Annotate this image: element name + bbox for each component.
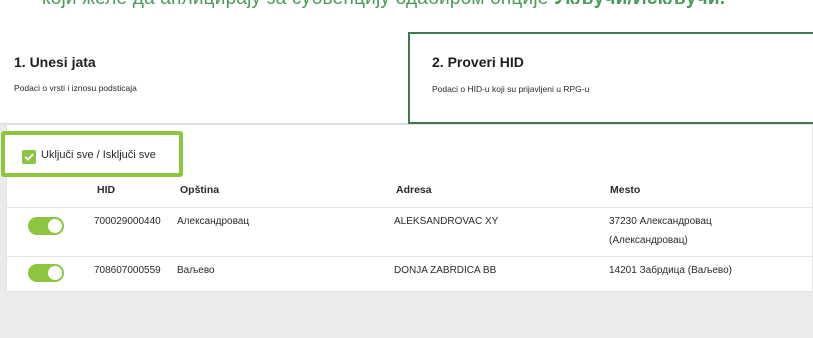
cell-opstina: Александровац xyxy=(177,216,250,227)
wizard-steps: 1. Unesi jata Podaci o vrsti i iznosu po… xyxy=(0,32,813,124)
cell-mesto-line2: (Александровац) xyxy=(609,235,688,246)
column-header-mesto: Mesto xyxy=(610,184,641,196)
toggle-all-label[interactable]: Uključi sve / Isključi sve xyxy=(41,149,156,161)
step-subtitle: Podaci o vrsti i iznosu podsticaja xyxy=(14,83,137,93)
toggle-all-control[interactable]: Uključi sve / Isključi sve xyxy=(1,131,183,177)
step-unesi-jata[interactable]: 1. Unesi jata Podaci o vrsti i iznosu po… xyxy=(0,32,408,124)
cell-opstina: Ваљево xyxy=(177,265,215,276)
column-header-hid: HID xyxy=(97,184,116,196)
instruction-banner: који желе да аплицирају за субвенцију од… xyxy=(0,0,813,32)
hid-toggle-switch[interactable] xyxy=(28,264,64,282)
instruction-text: који желе да аплицирају за субвенцију од… xyxy=(42,0,725,10)
cell-adresa: ALEKSANDROVAC XY xyxy=(394,216,499,227)
step-title: 1. Unesi jata xyxy=(14,54,96,70)
step-title: 2. Proveri HID xyxy=(432,54,524,70)
cell-mesto: 14201 Забрдица (Ваљево) xyxy=(609,265,733,276)
column-header-opstina: Opština xyxy=(180,184,220,196)
instruction-bold-text: Укључи/Искључи. xyxy=(554,0,725,9)
header-divider xyxy=(7,207,813,208)
switch-knob xyxy=(48,266,62,280)
cell-hid: 700029000440 xyxy=(94,216,161,227)
switch-knob xyxy=(48,219,62,233)
cell-mesto-line1: 37230 Александровац xyxy=(609,216,712,227)
page-footer-area xyxy=(0,315,813,338)
hid-toggle-switch[interactable] xyxy=(28,217,64,235)
cell-adresa: DONJA ZABRDICA BB xyxy=(394,265,497,276)
column-header-adresa: Adresa xyxy=(396,184,432,196)
step-proveri-hid[interactable]: 2. Proveri HID Podaci o HID-u koji su pr… xyxy=(408,32,813,124)
step-subtitle: Podaci o HID-u koji su prijavljeni u RPG… xyxy=(432,84,590,94)
checkbox-checked-icon[interactable] xyxy=(22,150,36,164)
row-divider xyxy=(7,256,813,257)
cell-hid: 708607000559 xyxy=(94,265,161,276)
